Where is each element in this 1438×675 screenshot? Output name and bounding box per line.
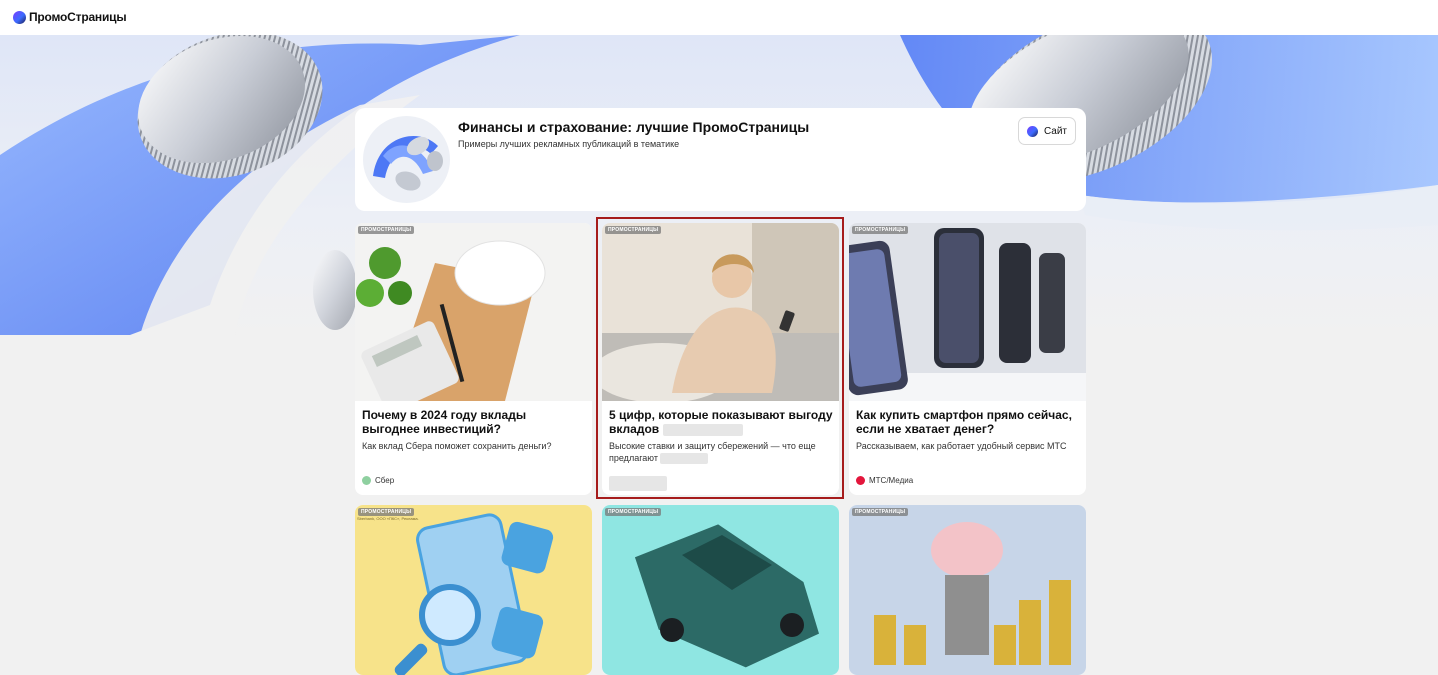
article-card[interactable]: ПРОМОСТРАНИЦЫ Как купить смартфон прямо … <box>849 223 1086 495</box>
card-title: 5 цифр, которые показывают выгоду вкладо… <box>609 408 833 436</box>
card-image-piggy-coins: ПРОМОСТРАНИЦЫ <box>849 505 1086 675</box>
article-card[interactable]: ПРОМОСТРАНИЦЫ Почему в 2024 году вклады … <box>355 223 592 495</box>
redacted-text <box>662 423 743 436</box>
card-description: Как вклад Сбера поможет сохранить деньги… <box>362 441 552 451</box>
article-card[interactable]: ПРОМОСТРАНИЦЫ Sberbank, ООО «ПКС», Рекла… <box>355 505 592 675</box>
ad-fineprint: Sberbank, ООО «ПКС», Реклама. <box>357 516 419 521</box>
card-source[interactable] <box>609 476 667 491</box>
collection-subtitle: Примеры лучших рекламных публикаций в те… <box>458 139 680 149</box>
card-image-car: ПРОМОСТРАНИЦЫ <box>602 505 839 675</box>
promo-badge: ПРОМОСТРАНИЦЫ <box>358 226 415 234</box>
card-title: Почему в 2024 году вклады выгоднее инвес… <box>362 408 527 436</box>
site-button-label: Сайт <box>1043 125 1067 137</box>
collection-title: Финансы и страхование: лучшие ПромоСтран… <box>458 119 810 135</box>
card-image-phone-magnifier: ПРОМОСТРАНИЦЫ Sberbank, ООО «ПКС», Рекла… <box>355 505 592 675</box>
card-image-piggy-calculator: ПРОМОСТРАНИЦЫ <box>355 223 592 401</box>
article-card[interactable]: ПРОМОСТРАНИЦЫ <box>602 505 839 675</box>
promo-logo-icon <box>13 10 26 24</box>
card-source[interactable]: Сбер <box>362 476 394 485</box>
card-source-name: Сбер <box>375 476 395 485</box>
card-image-woman-phone: ПРОМОСТРАНИЦЫ <box>602 223 839 401</box>
promo-badge: ПРОМОСТРАНИЦЫ <box>852 226 909 234</box>
redacted-text <box>660 453 709 465</box>
brand-logo[interactable]: ПромоСтраницы <box>13 10 127 24</box>
card-source-name: МТС/Медиа <box>869 476 914 485</box>
card-source[interactable]: МТС/Медиа <box>856 476 913 485</box>
promo-badge: ПРОМОСТРАНИЦЫ <box>605 226 662 234</box>
site-button[interactable]: Сайт <box>1017 117 1076 145</box>
promo-badge: ПРОМОСТРАНИЦЫ <box>852 508 909 516</box>
card-title: Как купить смартфон прямо сейчас, если н… <box>856 408 1072 436</box>
collection-avatar <box>363 116 450 203</box>
card-description: Высокие ставки и защиту сбережений — что… <box>609 441 816 465</box>
brand-name: ПромоСтраницы <box>29 10 127 24</box>
site-icon <box>1026 125 1038 137</box>
mts-logo-icon <box>856 476 865 485</box>
article-card[interactable]: ПРОМОСТРАНИЦЫ <box>849 505 1086 675</box>
promo-badge: ПРОМОСТРАНИЦЫ <box>605 508 662 516</box>
promo-badge: ПРОМОСТРАНИЦЫ <box>358 508 415 516</box>
collection-header-card: Финансы и страхование: лучшие ПромоСтран… <box>355 108 1086 211</box>
card-image-smartphones: ПРОМОСТРАНИЦЫ <box>849 223 1086 401</box>
card-description: Рассказываем, как работает удобный серви… <box>856 441 1067 451</box>
redacted-source <box>609 476 667 491</box>
top-bar: ПромоСтраницы <box>0 0 1438 35</box>
article-card[interactable]: ПРОМОСТРАНИЦЫ 5 цифр, которые показывают… <box>602 223 839 495</box>
sber-logo-icon <box>362 476 371 485</box>
